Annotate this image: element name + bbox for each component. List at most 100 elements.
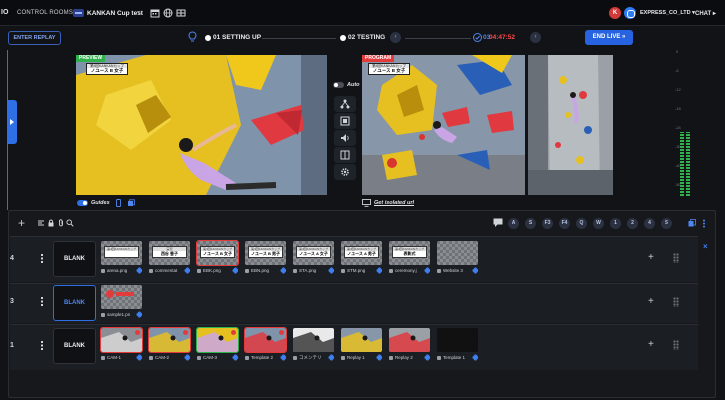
clip-thumbnail[interactable] xyxy=(244,327,287,353)
layer-3-add-button[interactable]: + xyxy=(648,296,654,307)
clip-thumbnail[interactable] xyxy=(101,285,142,309)
clip-card[interactable]: 第4回KANKANカップ 表彰式 ceremony.j xyxy=(389,241,430,275)
clip-card[interactable]: CAM-3 xyxy=(196,327,239,362)
preview-monitor[interactable]: PREVIEW 第4回KANKANカップ ノユース B 女子 xyxy=(76,55,327,195)
calendar-icon[interactable] xyxy=(150,8,160,18)
layer-1-blank-button[interactable]: BLANK xyxy=(53,328,96,364)
edit-pencil-icon[interactable] xyxy=(375,354,382,362)
clip-card[interactable]: 第4回KANKANカップ ノユース B 女子 EBK.png xyxy=(196,240,239,275)
clip-thumbnail[interactable]: 第4回KANKANカップ ノユース B 男子 xyxy=(245,241,286,265)
lock-icon[interactable] xyxy=(47,219,55,227)
edit-pencil-icon[interactable] xyxy=(231,267,238,275)
clip-thumbnail[interactable]: 第4回KANKANカップ 表彰式 xyxy=(389,241,430,265)
get-isolated-url-link[interactable]: Get isolated url xyxy=(374,200,414,206)
clip-card[interactable]: sample1.pn xyxy=(101,285,142,319)
drag-handle-icon[interactable] xyxy=(673,340,679,350)
clip-card[interactable]: 第4回KANKANカップ ノユース B 男子 EBN.png xyxy=(245,241,286,275)
event-name[interactable]: KANKAN Cup test xyxy=(87,10,143,17)
clip-thumbnail[interactable] xyxy=(341,328,382,352)
layers-icon[interactable] xyxy=(688,219,696,227)
audio-button[interactable] xyxy=(334,130,356,146)
edit-pencil-icon[interactable] xyxy=(327,267,334,275)
clip-card[interactable]: CAM-1 xyxy=(100,327,143,362)
clip-thumbnail[interactable]: 第4回KANKANカップ ノユース B 女子 xyxy=(196,240,239,266)
edit-pencil-icon[interactable] xyxy=(183,354,190,362)
shortcut-key-5[interactable]: 5 xyxy=(661,218,672,229)
clip-card[interactable]: 実況 西谷 香子 commentat xyxy=(149,241,190,275)
auto-toggle[interactable] xyxy=(333,82,344,88)
layer-3-blank-button[interactable]: BLANK xyxy=(53,285,96,321)
control-rooms-link[interactable]: CONTROL ROOMS xyxy=(17,10,73,16)
align-left-icon[interactable] xyxy=(37,219,45,227)
transition-button[interactable] xyxy=(334,96,356,112)
shortcut-key-w[interactable]: W xyxy=(593,218,604,229)
shortcut-key-4[interactable]: 4 xyxy=(644,218,655,229)
clip-card[interactable]: Template 2 xyxy=(244,327,287,362)
step-2[interactable]: 02 TESTING xyxy=(348,34,385,41)
shortcut-key-f3[interactable]: F3 xyxy=(542,218,553,229)
step-2-next-button[interactable]: › xyxy=(390,32,401,43)
expand-sidebar-button[interactable] xyxy=(7,100,17,144)
edit-pencil-icon[interactable] xyxy=(279,267,286,275)
layer-menu-icon[interactable] xyxy=(41,297,43,306)
globe-icon[interactable] xyxy=(163,8,173,18)
clip-card[interactable]: 第4回KANKANカップ arena.png xyxy=(101,241,142,275)
clip-card[interactable]: Replay 2 xyxy=(389,328,430,362)
shortcut-key-q[interactable]: Q xyxy=(576,218,587,229)
shortcut-key-s[interactable]: S xyxy=(525,218,536,229)
shortcut-key-f4[interactable]: F4 xyxy=(559,218,570,229)
layer-menu-icon[interactable] xyxy=(41,341,43,350)
edit-pencil-icon[interactable] xyxy=(135,267,142,275)
mobile-icon[interactable] xyxy=(115,199,122,207)
search-zoom-icon[interactable] xyxy=(66,219,74,227)
step-1[interactable]: 01 SETTING UP xyxy=(213,34,261,41)
clip-card[interactable]: コメンテリ xyxy=(293,328,334,362)
chat-button[interactable]: CHAT ▸ xyxy=(695,10,716,17)
clip-thumbnail[interactable] xyxy=(100,327,143,353)
edit-pencil-icon[interactable] xyxy=(471,267,478,275)
clip-card[interactable]: Template 1 xyxy=(437,328,478,362)
edit-pencil-icon[interactable] xyxy=(423,267,430,275)
attachment-icon[interactable] xyxy=(57,219,65,227)
layer-4-add-button[interactable]: + xyxy=(648,252,654,263)
clip-thumbnail[interactable]: 第4回KANKANカップ ノユース A 男子 xyxy=(341,241,382,265)
layer-1-add-button[interactable]: + xyxy=(648,339,654,350)
enter-replay-button[interactable]: ENTER REPLAY xyxy=(8,31,61,45)
organization-selector[interactable]: EXPRESS_CO_LTD ▾ xyxy=(640,10,695,16)
edit-pencil-icon[interactable] xyxy=(375,267,382,275)
overlay-button[interactable] xyxy=(334,113,356,129)
clip-thumbnail[interactable] xyxy=(389,328,430,352)
clip-card[interactable]: Website 3 xyxy=(437,241,478,275)
clip-thumbnail[interactable] xyxy=(293,328,334,352)
end-live-button[interactable]: END LIVE » xyxy=(585,30,633,45)
close-panel-icon[interactable]: × xyxy=(703,242,708,251)
clip-thumbnail[interactable]: 第4回KANKANカップ ノユース A 女子 xyxy=(293,241,334,265)
more-options-icon[interactable] xyxy=(702,219,706,228)
clip-thumbnail[interactable] xyxy=(148,327,191,353)
clip-thumbnail[interactable]: 実況 西谷 香子 xyxy=(149,241,190,265)
step-3-next-button[interactable]: › xyxy=(530,32,541,43)
user-avatar[interactable]: K xyxy=(609,7,621,19)
add-layer-button[interactable]: + xyxy=(18,216,25,230)
edit-pencil-icon[interactable] xyxy=(279,354,286,362)
drag-handle-icon[interactable] xyxy=(673,297,679,307)
settings-button[interactable] xyxy=(334,164,356,180)
lightbulb-icon[interactable] xyxy=(188,31,197,43)
event-dropdown-caret[interactable]: ▾ xyxy=(137,9,140,16)
clip-card[interactable]: Replay 1 xyxy=(341,328,382,362)
clip-thumbnail[interactable] xyxy=(196,327,239,353)
edit-pencil-icon[interactable] xyxy=(423,354,430,362)
clip-card[interactable]: 第4回KANKANカップ ノユース A 男子 STM.png xyxy=(341,241,382,275)
edit-pencil-icon[interactable] xyxy=(135,311,142,319)
side-camera-monitor[interactable] xyxy=(528,55,613,195)
edit-pencil-icon[interactable] xyxy=(231,354,238,362)
layers-icon[interactable] xyxy=(127,199,135,207)
layer-menu-icon[interactable] xyxy=(41,254,43,263)
clip-card[interactable]: CAM-2 xyxy=(148,327,191,362)
clip-card[interactable]: 第4回KANKANカップ ノユース A 女子 STA.png xyxy=(293,241,334,275)
program-monitor[interactable]: PROGRAM 第4回KANKANカップ ノユース B 女子 xyxy=(362,55,525,195)
edit-pencil-icon[interactable] xyxy=(471,354,478,362)
clip-thumbnail[interactable]: 第4回KANKANカップ xyxy=(101,241,142,265)
organization-icon[interactable] xyxy=(624,7,636,19)
split-button[interactable] xyxy=(334,147,356,163)
